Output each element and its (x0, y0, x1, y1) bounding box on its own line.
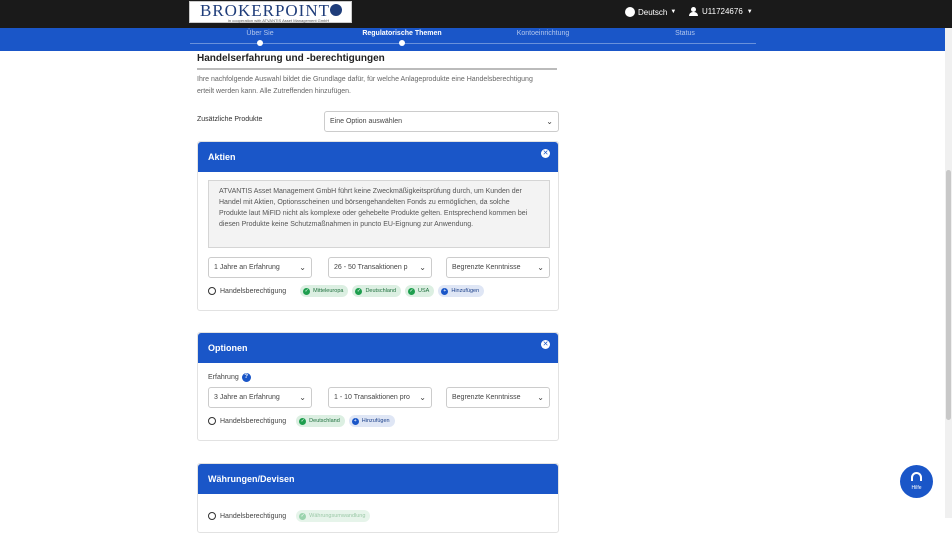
help-icon[interactable]: ? (241, 373, 251, 382)
chip-mitteleuropa[interactable]: ✓ Mitteleuropa (300, 285, 349, 297)
extra-products-select[interactable]: Eine Option auswählen ⌄ (324, 111, 559, 132)
permission-row: Handelsberechtigung ✓ Mitteleuropa ✓ Deuts… (208, 285, 485, 297)
transactions-select[interactable]: 1 - 10 Transaktionen pro ⌄ (328, 387, 432, 408)
globe-icon (208, 512, 216, 520)
logo-globe-icon (330, 4, 342, 16)
chevron-down-icon: ⌄ (537, 263, 544, 272)
step-dot-completed (257, 40, 263, 46)
permission-row: Handelsberechtigung ✓ Deutschland + Hinzuf… (208, 415, 395, 427)
brokerpoint-logo[interactable]: BROKERPOINT in cooperation with ATVANTIS… (189, 1, 352, 23)
plus-icon: + (441, 287, 449, 295)
scrollbar-thumb[interactable] (946, 170, 951, 420)
chip-usa[interactable]: ✓ USA (405, 285, 435, 297)
step-progress-bar: Über Sie Regulatorische Themen Kontoeinr… (0, 28, 945, 51)
help-button[interactable]: Hilfe (900, 465, 933, 498)
card-aktien: Aktien ✕ ATVANTIS Asset Management GmbH … (197, 141, 559, 311)
step-dot-current (399, 40, 405, 46)
add-permission-button[interactable]: + Hinzufügen (438, 285, 485, 297)
card-title: Währungen/Devisen (208, 474, 295, 484)
knowledge-select[interactable]: Begrenzte Kenntnisse ⌄ (446, 387, 550, 408)
user-menu[interactable]: U11724676 ▼ (689, 7, 753, 16)
close-icon[interactable]: ✕ (541, 340, 550, 349)
chevron-down-icon: ⌄ (299, 263, 306, 272)
globe-icon (208, 417, 216, 425)
step-status: Status (675, 30, 695, 37)
caret-down-icon: ▼ (670, 9, 677, 15)
check-icon: ✓ (355, 287, 363, 295)
card-optionen: Optionen ✕ Erfahrung ? 3 Jahre an Erfahr… (197, 332, 559, 441)
card-title: Aktien (208, 152, 236, 162)
card-header: Währungen/Devisen (198, 464, 558, 494)
permission-row: Handelsberechtigung ✓ Währungsumwandlung (208, 510, 371, 522)
card-waehrungen-devisen: Währungen/Devisen Handelsberechtigung ✓ W… (197, 463, 559, 533)
notice-box: ATVANTIS Asset Management GmbH führt kei… (208, 180, 550, 248)
user-id: U11724676 (702, 7, 743, 16)
section-title: Handelserfahrung und -berechtigungen (197, 53, 385, 64)
step-kontoeinrichtung: Kontoeinrichtung (516, 30, 570, 37)
check-icon: ✓ (299, 417, 307, 425)
language-selector[interactable]: Deutsch ▼ (625, 7, 676, 17)
section-divider (197, 68, 557, 70)
chip-waehrungsumwandlung[interactable]: ✓ Währungsumwandlung (296, 510, 371, 522)
chevron-down-icon: ⌄ (299, 393, 306, 402)
experience-select[interactable]: 1 Jahre an Erfahrung ⌄ (208, 257, 312, 278)
step-regulatorische-themen[interactable]: Regulatorische Themen (362, 30, 441, 37)
extra-products-label: Zusätzliche Produkte (197, 116, 263, 123)
chevron-down-icon: ⌄ (546, 117, 553, 126)
check-icon: ✓ (299, 512, 307, 520)
step-line (190, 43, 756, 44)
card-title: Optionen (208, 343, 248, 353)
user-icon (689, 7, 698, 16)
check-icon: ✓ (303, 287, 311, 295)
globe-icon (625, 7, 635, 17)
experience-label: Erfahrung ? (208, 373, 251, 382)
close-icon[interactable]: ✕ (541, 149, 550, 158)
caret-down-icon: ▼ (746, 8, 753, 15)
add-permission-button[interactable]: + Hinzufügen (348, 415, 395, 427)
check-icon: ✓ (408, 287, 416, 295)
headset-icon (911, 472, 922, 481)
chevron-down-icon: ⌄ (419, 263, 426, 272)
card-header: Optionen ✕ (198, 333, 558, 363)
chevron-down-icon: ⌄ (419, 393, 426, 402)
transactions-select[interactable]: 26 - 50 Transaktionen p ⌄ (328, 257, 432, 278)
chip-deutschland[interactable]: ✓ Deutschland (296, 415, 345, 427)
step-ueber-sie[interactable]: Über Sie (246, 30, 273, 37)
chip-deutschland[interactable]: ✓ Deutschland (352, 285, 402, 297)
chevron-down-icon: ⌄ (537, 393, 544, 402)
experience-select[interactable]: 3 Jahre an Erfahrung ⌄ (208, 387, 312, 408)
top-bar: BROKERPOINT in cooperation with ATVANTIS… (0, 0, 952, 28)
globe-icon (208, 287, 216, 295)
section-intro: Ihre nachfolgende Auswahl bildet die Gru… (197, 76, 533, 95)
language-label: Deutsch (638, 7, 668, 17)
card-header: Aktien ✕ (198, 142, 558, 172)
knowledge-select[interactable]: Begrenzte Kenntnisse ⌄ (446, 257, 550, 278)
plus-icon: + (351, 417, 359, 425)
